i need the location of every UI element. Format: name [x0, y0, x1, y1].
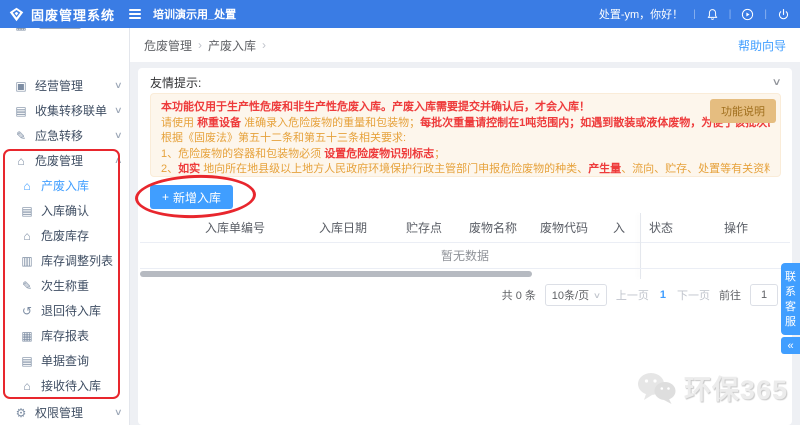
main-content-card: 友情提示: ∨ 本功能仅用于生产性危废和非生产性危废入库。产废入库需要提交并确认… [134, 68, 792, 425]
notice-line-1: 本功能仅用于生产性危废和非生产性危废入库。产废入库需要提交并确认后，才会入库！ [161, 101, 590, 113]
chevron-down-icon: ∨ [114, 130, 123, 140]
return-arrow-icon: ↺ [21, 303, 33, 318]
breadcrumb-separator: › [198, 38, 203, 52]
home-icon: ⌂ [17, 153, 25, 168]
page-number-current[interactable]: 1 [658, 289, 668, 301]
chevron-up-icon: ∧ [114, 155, 123, 165]
plus-icon: + [162, 190, 170, 204]
notice-line-4: 1、危险废物的容器和包装物必须 设置危险废物识别标志； [161, 147, 446, 160]
warehouse-icon: ⌂ [23, 178, 31, 193]
collapse-service-button[interactable]: « [781, 337, 800, 354]
chevron-down-icon: ∨ [114, 407, 123, 417]
video-guide-icon[interactable] [741, 8, 754, 21]
table-header-select [140, 213, 176, 242]
horizontal-scrollbar[interactable] [140, 271, 532, 277]
warehouse-icon: ⌂ [23, 228, 31, 243]
pagination-total: 共 0 条 [501, 290, 536, 302]
table-empty-row: 暂无数据 [140, 243, 790, 269]
notice-panel: 本功能仅用于生产性危废和非生产性危废入库。产废入库需要提交并确认后，才会入库！ … [150, 93, 781, 177]
separator: | [728, 8, 732, 20]
goto-page-input[interactable] [750, 284, 778, 306]
feature-description-button[interactable]: 功能说明 [710, 99, 776, 123]
sidebar-item-intake-confirm[interactable]: ▤ 入库确认 [0, 198, 130, 223]
warehouse-icon: ⌂ [23, 378, 31, 393]
sidebar-item-permission-mgmt[interactable]: ⚙ 权限管理 ∨ [0, 400, 130, 425]
printer-icon: ▤ [15, 103, 27, 118]
notification-bell-icon[interactable] [706, 8, 719, 21]
sidebar-item-business-mgmt[interactable]: ▣ 经营管理 ∨ [0, 73, 130, 98]
edit-doc-icon: ✎ [15, 128, 27, 143]
app-title: 固废管理系统 [31, 7, 116, 23]
table-header: 废物代码 [539, 221, 588, 235]
sidebar-item-secondary-weighing[interactable]: ✎ 次生称重 [0, 273, 130, 298]
edit-doc-icon: ✎ [21, 278, 33, 293]
table-header: 入库单编号 [204, 221, 265, 235]
notice-line-3: 根据《固废法》第五十二条和第五十三条相关要求: [161, 132, 407, 144]
top-header: 固废管理系统 培训演示用_处置 处置-ym，你好！ | | | [0, 0, 800, 28]
page-size-select[interactable]: 10条/页 ∨ [544, 284, 607, 306]
sidebar-item-hazwaste-mgmt[interactable]: ⌂ 危废管理 ∧ [0, 148, 130, 173]
table-header-actions: 操作 [723, 221, 748, 235]
separator: | [764, 8, 767, 20]
sidebar-item-hazwaste-stock[interactable]: ⌂ 危废库存 [0, 223, 130, 248]
list-icon: ▤ [21, 353, 33, 368]
table-header-row: 入库单编号 入库日期 贮存点 废物名称 废物代码 入 状态 操作 [140, 213, 790, 243]
sidebar-item-stock-adjust-list[interactable]: ▥ 库存调整列表 [0, 248, 130, 273]
next-page-button[interactable]: 下一页 [677, 287, 710, 303]
breadcrumb-separator: › [262, 38, 267, 52]
breadcrumb-item[interactable]: 危废管理 [144, 37, 192, 54]
add-intake-button[interactable]: + 新增入库 [150, 185, 234, 209]
table-header-truncated: 入 [612, 221, 625, 235]
sidebar: ▦ ▣ 经营管理 ∨ ▤ 收集转移联单 ∨ ✎ 应急转移 ∨ ⌂ 危废管理 ∧ … [0, 18, 130, 425]
chevron-down-icon: ∨ [592, 290, 602, 300]
gear-icon: ⚙ [15, 405, 27, 420]
menu-toggle-icon[interactable] [129, 9, 142, 19]
table-header-status: 状态 [648, 221, 673, 235]
contact-service-tab[interactable]: 联系客服 [781, 263, 800, 335]
table-header: 废物名称 [468, 221, 517, 235]
document-icon: ▤ [21, 203, 33, 218]
empty-state-text: 暂无数据 [440, 249, 489, 263]
chevron-down-icon: ∨ [114, 105, 123, 115]
sidebar-item-document-query[interactable]: ▤ 单据查询 [0, 348, 130, 373]
sidebar-item-stock-report[interactable]: ▦ 库存报表 [0, 323, 130, 348]
prev-page-button[interactable]: 上一页 [616, 287, 649, 303]
chevron-down-icon: ∨ [114, 80, 123, 90]
goto-page-label: 前往 [719, 290, 741, 302]
notice-line-5: 2、如实 地向所在地县级以上地方人民政府环境保护行政主管部门申报危险废物的种类、… [161, 163, 770, 175]
logout-power-icon[interactable] [777, 8, 790, 21]
sidebar-item-waste-intake[interactable]: ⌂ 产废入库 [0, 173, 130, 198]
separator: | [693, 8, 696, 20]
sidebar-item-receive-pending[interactable]: ⌂ 接收待入库 [0, 373, 130, 398]
list-icon: ▥ [21, 253, 33, 268]
monitor-icon: ▣ [15, 78, 27, 93]
breadcrumb-item[interactable]: 产废入库 [208, 37, 256, 54]
sidebar-item-return-pending[interactable]: ↺ 退回待入库 [0, 298, 130, 323]
tips-title: 友情提示: [150, 76, 202, 90]
user-greeting: 处置-ym，你好！ [598, 9, 684, 21]
pagination-bar: 共 0 条 10条/页 ∨ 上一页 1 下一页 前往 [502, 284, 778, 306]
calendar-icon: ▦ [21, 328, 33, 343]
table-header: 入库日期 [318, 221, 367, 235]
collapse-chevron-icon[interactable]: ∨ [771, 77, 781, 88]
notice-line-2: 请使用 称重设备 准确录入危险废物的重量和包装物；每批次重量请控制在1吨范围内；… [161, 116, 770, 129]
breadcrumb-bar: 危废管理 › 产废入库 › 帮助向导 [130, 28, 800, 62]
app-logo-icon [9, 7, 24, 21]
workspace-name: 培训演示用_处置 [153, 9, 237, 21]
table-header: 贮存点 [405, 221, 442, 235]
sidebar-item-emergency-transfer[interactable]: ✎ 应急转移 ∨ [0, 123, 130, 148]
sidebar-item-collection-transfer[interactable]: ▤ 收集转移联单 ∨ [0, 98, 130, 123]
help-guide-link[interactable]: 帮助向导 [738, 37, 786, 54]
